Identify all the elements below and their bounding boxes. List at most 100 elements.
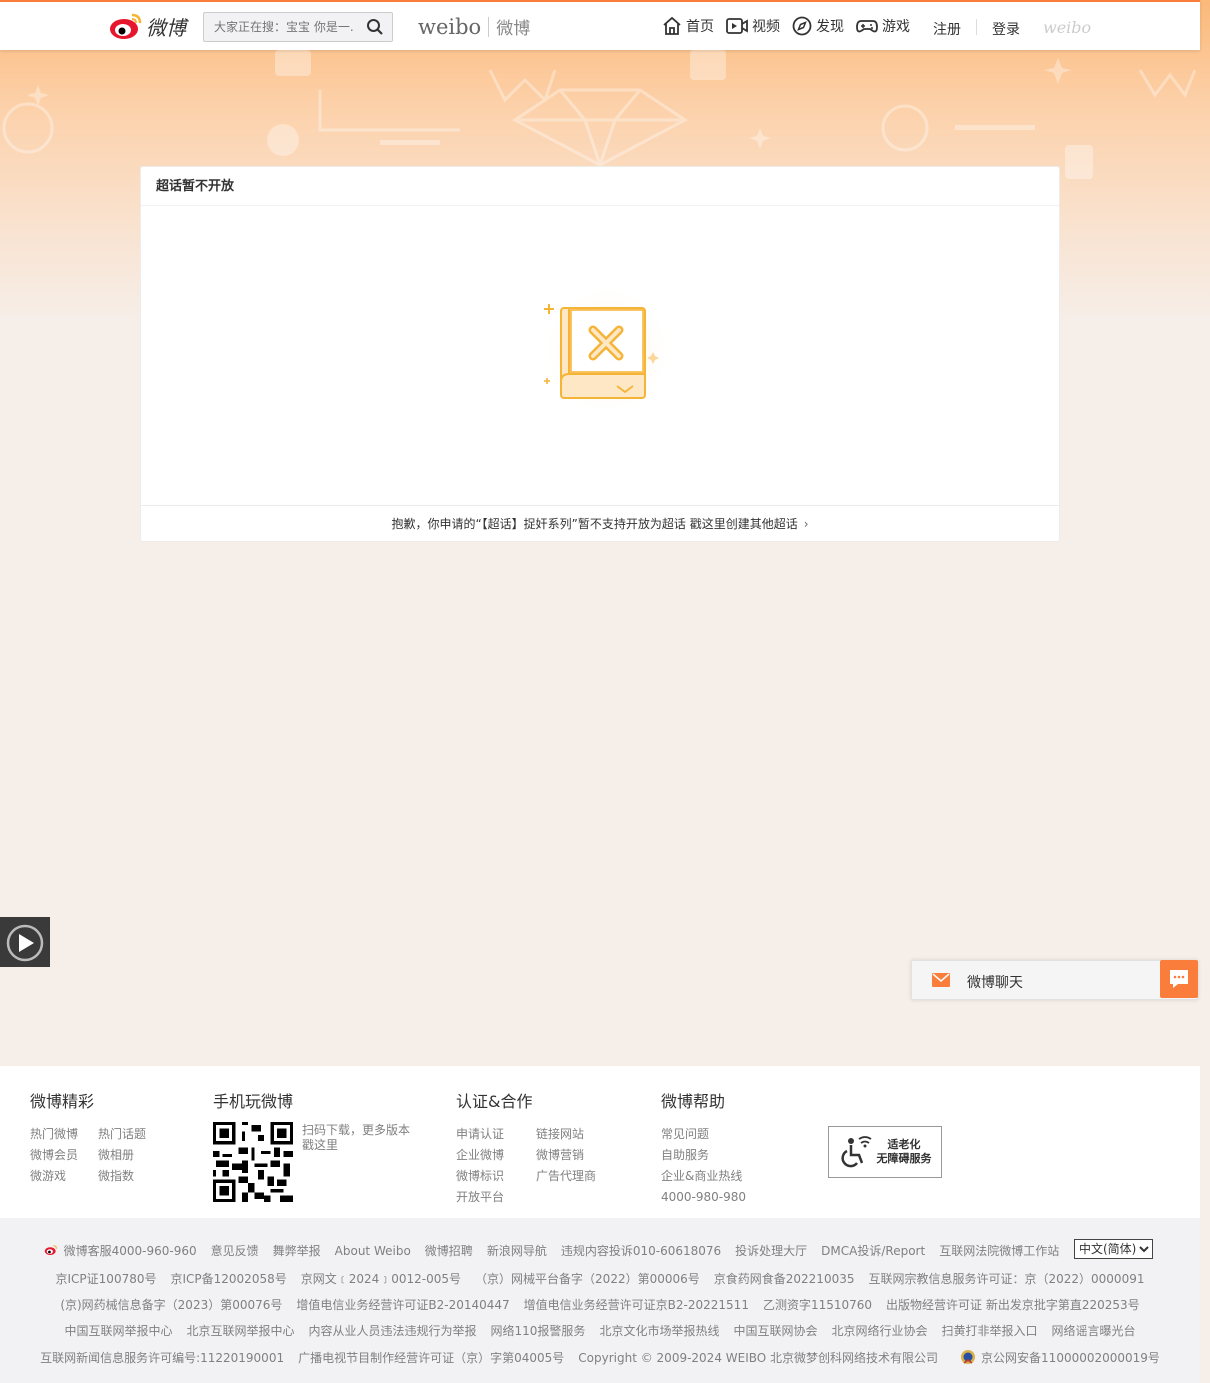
footer-link[interactable]: 内容从业人员违法违规行为举报 bbox=[309, 1324, 477, 1338]
accessibility-button[interactable]: 适老化 无障碍服务 bbox=[828, 1126, 942, 1178]
footer-link[interactable]: 微博客服4000-960-960 bbox=[64, 1244, 197, 1258]
footer-link[interactable]: About Weibo bbox=[335, 1244, 411, 1258]
weibo-chat-bar[interactable]: 微博聊天 bbox=[911, 960, 1198, 1000]
qr-code-icon[interactable] bbox=[213, 1122, 293, 1202]
chevron-right-icon: › bbox=[803, 517, 809, 531]
footer-link[interactable]: 北京文化市场举报热线 bbox=[599, 1324, 719, 1338]
footer-link[interactable]: 广告代理商 bbox=[536, 1168, 616, 1185]
nav-video-label: 视频 bbox=[752, 19, 780, 35]
police-badge-icon bbox=[961, 1350, 976, 1364]
footer-col-cooperation-title: 认证&合作 bbox=[456, 1092, 533, 1111]
footer-links: 微博精彩 热门微博 热门话题 微博会员 微相册 微游戏 微指数 手机玩微博 扫码… bbox=[0, 1066, 1200, 1218]
video-player-widget[interactable] bbox=[0, 917, 50, 967]
footer-link[interactable]: 微游戏 bbox=[30, 1168, 98, 1185]
footer-link[interactable]: 京食药网食备202210035 bbox=[714, 1272, 855, 1286]
footer-link[interactable]: 网络谣言曝光台 bbox=[1052, 1324, 1136, 1338]
footer-link[interactable]: 热门微博 bbox=[30, 1126, 98, 1143]
login-link[interactable]: 登录 bbox=[992, 19, 1020, 39]
footer-link[interactable]: 链接网站 bbox=[536, 1126, 616, 1143]
logo-text: 微博 bbox=[146, 15, 186, 40]
footer-link[interactable]: 增值电信业务经营许可证京B2-20221511 bbox=[524, 1298, 749, 1312]
footer-col-mobile-title: 手机玩微博 bbox=[213, 1092, 294, 1111]
nav-home[interactable]: 首页 bbox=[662, 16, 714, 36]
footer-link[interactable]: 北京互联网举报中心 bbox=[187, 1324, 295, 1338]
footer-link[interactable]: 投诉处理大厅 bbox=[735, 1244, 807, 1258]
footer-link[interactable]: 微相册 bbox=[98, 1147, 166, 1164]
footer-link[interactable]: 微博营销 bbox=[536, 1147, 616, 1164]
footer-row-5: 互联网新闻信息服务许可编号:11220190001 广播电视节目制作经营许可证（京… bbox=[0, 1348, 1200, 1366]
footer-col-mobile: 手机玩微博 bbox=[213, 1088, 293, 1126]
language-select[interactable]: 中文(简体) bbox=[1074, 1239, 1153, 1259]
footer-link[interactable]: 京公网安备11000002000019号 bbox=[981, 1351, 1160, 1365]
search-input[interactable] bbox=[204, 13, 354, 41]
footer-link[interactable]: 扫黄打非举报入口 bbox=[941, 1324, 1037, 1338]
footer-col-help: 微博帮助 常见问题 自助服务 企业&商业热线 4000-980-980 bbox=[661, 1088, 746, 1206]
footer-col-cooperation: 认证&合作 申请认证 链接网站 企业微博 微博营销 微博标识 广告代理商 开放平… bbox=[456, 1088, 616, 1206]
footer-link[interactable]: 增值电信业务经营许可证B2-20140447 bbox=[296, 1298, 509, 1312]
footer-link[interactable]: 互联网新闻信息服务许可编号:11220190001 bbox=[40, 1351, 284, 1365]
brand-separator bbox=[488, 16, 490, 37]
footer-link[interactable]: 微指数 bbox=[98, 1168, 166, 1185]
footer-link[interactable]: 京ICP证100780号 bbox=[56, 1272, 157, 1286]
footer-link[interactable]: 热门话题 bbox=[98, 1126, 166, 1143]
footer-link[interactable]: 违规内容投诉010-60618076 bbox=[561, 1244, 721, 1258]
create-supertopic-link[interactable]: 抱歉，你申请的“【超话】捉奸系列”暂不支持开放为超话 戳这里创建其他超话 › bbox=[141, 505, 1059, 542]
search-icon[interactable] bbox=[366, 18, 384, 36]
footer-row-1: 微博客服4000-960-960 意见反馈 舞弊举报 About Weibo 微博招聘新… bbox=[0, 1242, 1200, 1259]
footer-link[interactable]: 中国互联网举报中心 bbox=[64, 1324, 172, 1338]
nav-discover[interactable]: 发现 bbox=[792, 16, 844, 36]
footer-link[interactable]: (京)网药械信息备字（2023）第00076号 bbox=[60, 1298, 282, 1312]
brand-cn: 微博 bbox=[496, 19, 531, 39]
footer-link[interactable]: 网络110报警服务 bbox=[491, 1324, 586, 1338]
footer-link[interactable]: 企业&商业热线 bbox=[661, 1168, 746, 1185]
footer-link[interactable]: （京）网械平台备字（2022）第00006号 bbox=[475, 1272, 700, 1286]
footer-link[interactable]: 舞弊举报 bbox=[273, 1244, 321, 1258]
chat-label: 微博聊天 bbox=[967, 975, 1023, 991]
footer-link[interactable]: 微博会员 bbox=[30, 1147, 98, 1164]
footer-link[interactable]: 出版物经营许可证 新出发京批字第直220253号 bbox=[886, 1298, 1140, 1312]
footer-row-3: (京)网药械信息备字（2023）第00076号 增值电信业务经营许可证B2-201… bbox=[0, 1296, 1200, 1313]
nav-games[interactable]: 游戏 bbox=[856, 16, 910, 36]
footer-link[interactable]: DMCA投诉/Report bbox=[821, 1244, 925, 1258]
weibo-brand: weibo 微博 bbox=[418, 14, 531, 40]
nav-divider bbox=[976, 19, 977, 35]
weibo-logo[interactable]: 微博 bbox=[108, 10, 186, 42]
accessibility-line2: 无障碍服务 bbox=[876, 1152, 932, 1165]
footer-link[interactable]: 微博招聘 bbox=[425, 1244, 473, 1258]
footer-link[interactable]: 互联网法院微博工作站 bbox=[939, 1244, 1059, 1258]
footer-link[interactable]: 微博标识 bbox=[456, 1168, 536, 1185]
footer-link[interactable]: 意见反馈 bbox=[211, 1244, 259, 1258]
footer-link[interactable]: 新浪网导航 bbox=[487, 1244, 547, 1258]
footer-link[interactable]: 自助服务 bbox=[661, 1147, 746, 1164]
accessibility-icon bbox=[841, 1136, 872, 1168]
weibo-eye-icon bbox=[110, 13, 142, 39]
footer-link[interactable]: 北京网络行业协会 bbox=[831, 1324, 927, 1338]
copyright-text: Copyright © 2009-2024 WEIBO 北京微梦创科网络技术有限… bbox=[578, 1351, 939, 1365]
main-nav: 首页 视频 发现 游戏 bbox=[662, 16, 922, 36]
footer-link[interactable]: 开放平台 bbox=[456, 1189, 536, 1206]
footer-link[interactable]: 企业微博 bbox=[456, 1147, 536, 1164]
footer-link[interactable]: 乙测资字11510760 bbox=[763, 1298, 872, 1312]
chat-bubble-icon bbox=[1170, 970, 1188, 988]
chat-open-button[interactable] bbox=[1160, 960, 1198, 998]
mail-icon bbox=[932, 973, 950, 987]
supertopic-card: 超话暂不开放 抱歉，你申请的“【超话】捉奸系列”暂不支持开放为超话 戳这里创建其… bbox=[140, 166, 1060, 542]
footer-link[interactable]: 广播电视节目制作经营许可证（京）字第04005号 bbox=[298, 1351, 564, 1365]
footer-link[interactable]: 互联网宗教信息服务许可证：京（2022）0000091 bbox=[868, 1272, 1144, 1286]
qr-download-text[interactable]: 扫码下载，更多版本戳这里 bbox=[302, 1123, 417, 1153]
footer-link[interactable]: 4000-980-980 bbox=[661, 1189, 746, 1206]
footer-link[interactable]: 京ICP备12002058号 bbox=[170, 1272, 286, 1286]
footer-link[interactable]: 申请认证 bbox=[456, 1126, 536, 1143]
search-box bbox=[203, 12, 393, 42]
footer-col-help-title: 微博帮助 bbox=[661, 1092, 726, 1111]
brand-en: weibo bbox=[418, 14, 482, 39]
nav-games-label: 游戏 bbox=[882, 19, 910, 35]
play-icon bbox=[6, 924, 44, 962]
nav-video[interactable]: 视频 bbox=[726, 16, 780, 36]
footer-link[interactable]: 常见问题 bbox=[661, 1126, 746, 1143]
footer-link[interactable]: 京网文﹝2024﹞0012-005号 bbox=[301, 1272, 461, 1286]
register-link[interactable]: 注册 bbox=[933, 19, 961, 39]
footer-row-2: 京ICP证100780号 京ICP备12002058号 京网文﹝2024﹞0012-… bbox=[0, 1270, 1200, 1287]
footer-link[interactable]: 中国互联网协会 bbox=[733, 1324, 817, 1338]
video-icon bbox=[726, 18, 748, 34]
